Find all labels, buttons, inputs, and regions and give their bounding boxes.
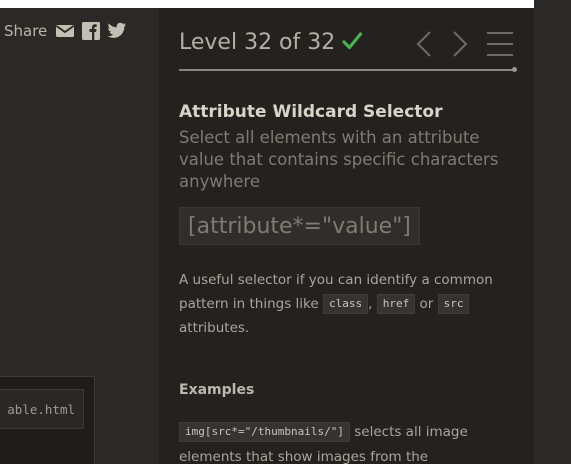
- level-progress-bar: [179, 67, 517, 72]
- lesson-sidebar: Level 32 of 32 Attribute Wildcard Select…: [158, 8, 535, 464]
- selector-name: Attribute Wildcard Selector: [179, 102, 443, 122]
- code-editor-panel: able.html: [0, 376, 95, 464]
- previous-level-button[interactable]: [413, 30, 435, 58]
- selector-description: Select all elements with an attribute va…: [179, 128, 499, 191]
- level-menu-icon[interactable]: [485, 30, 515, 58]
- example-item: img[src*="/thumbnails/"] selects all ima…: [179, 420, 509, 464]
- game-area: Share able.html: [0, 0, 158, 464]
- level-title: Level 32 of 32: [179, 30, 363, 55]
- level-progress-dot: [512, 67, 517, 72]
- envelope-icon[interactable]: [55, 21, 75, 41]
- level-title-text: Level 32 of 32: [179, 30, 336, 55]
- example-code: img[src*="/thumbnails/"]: [179, 422, 350, 442]
- editor-filename-tab[interactable]: able.html: [0, 389, 84, 429]
- level-progress-fill: [179, 69, 515, 71]
- examples-heading: Examples: [179, 382, 255, 398]
- code-chip-src: src: [437, 294, 470, 314]
- code-chip-href: href: [376, 294, 416, 314]
- hint-paragraph: A useful selector if you can identify a …: [179, 268, 509, 340]
- code-chip-class: class: [322, 294, 369, 314]
- hint-or: or: [419, 296, 434, 312]
- level-header: Level 32 of 32: [179, 24, 517, 72]
- facebook-icon[interactable]: [81, 21, 101, 41]
- share-row: Share: [4, 18, 127, 44]
- hint-suffix: attributes.: [179, 320, 250, 336]
- next-level-button[interactable]: [449, 30, 471, 58]
- selector-syntax: [attribute*="value"]: [179, 207, 420, 245]
- twitter-icon[interactable]: [107, 21, 127, 41]
- share-label: Share: [4, 22, 48, 40]
- window-right-edge: [534, 0, 571, 464]
- top-white-strip: [0, 0, 534, 8]
- hint-separator: ,: [368, 296, 373, 312]
- checkmark-icon: [341, 30, 363, 52]
